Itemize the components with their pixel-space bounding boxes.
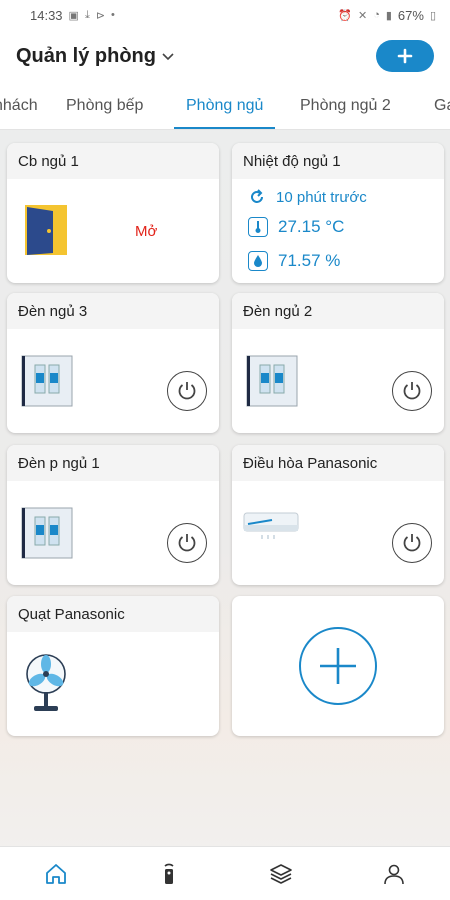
power-icon (178, 382, 196, 400)
device-card-fan[interactable]: Quạt Panasonic (7, 596, 219, 736)
add-device-button[interactable] (376, 40, 434, 72)
wall-switch-icon (21, 355, 73, 407)
room-selector[interactable]: Quản lý phòng (16, 45, 174, 68)
nav-home[interactable] (0, 847, 113, 900)
power-button[interactable] (167, 523, 207, 563)
device-name: Đèn ngủ 3 (7, 293, 219, 329)
status-time: 14:33 (30, 7, 63, 23)
humidity-icon (248, 251, 268, 271)
battery-level: 67% (397, 7, 424, 23)
download-icon: ⤓ (84, 8, 90, 21)
tab-phong-khach[interactable]: nhách (0, 82, 38, 129)
user-icon (383, 864, 404, 884)
device-card-light-1[interactable]: Đèn p ngủ 1 (7, 445, 219, 585)
signal-icon: ▮ (385, 9, 392, 22)
door-status: Mở (135, 223, 158, 240)
home-icon (46, 863, 67, 884)
air-conditioner-icon (243, 512, 299, 539)
device-card-temp-sensor[interactable]: Nhiệt độ ngủ 1 10 phút trước 27.15 °C 71… (232, 143, 444, 283)
nav-profile[interactable] (338, 847, 450, 900)
battery-icon: ▯ (429, 9, 436, 22)
add-device-card[interactable] (232, 596, 444, 736)
plus-icon (397, 48, 413, 64)
fan-icon (26, 654, 66, 711)
gallery-icon: ▣ (68, 9, 79, 22)
alarm-icon: ⏰ (338, 9, 352, 22)
header: Quản lý phòng (0, 30, 450, 82)
power-icon (403, 534, 421, 552)
plus-icon (320, 648, 356, 684)
bottom-nav (0, 846, 450, 900)
door-icon (25, 205, 67, 255)
device-name: Điều hòa Panasonic (232, 445, 444, 481)
device-name: Đèn p ngủ 1 (7, 445, 219, 481)
app-icon: ⊳ (95, 9, 106, 22)
dot-icon: • (111, 9, 115, 21)
device-name: Quạt Panasonic (7, 596, 219, 632)
device-card-door-sensor[interactable]: Cb ngủ 1 Mở (7, 143, 219, 283)
add-circle (299, 627, 377, 705)
page-title: Quản lý phòng (16, 44, 156, 67)
last-updated: 10 phút trước (276, 188, 367, 206)
nav-remote[interactable] (113, 847, 226, 900)
device-card-light-3[interactable]: Đèn ngủ 3 (7, 293, 219, 433)
temperature-value: 27.15 °C (278, 217, 345, 236)
power-button[interactable] (167, 371, 207, 411)
remote-icon (164, 863, 174, 884)
status-bar: 14:33 ▣ ⤓ ⊳ • ⏰ ✕ ◔ ▮ 67% ▯ (0, 0, 450, 30)
tab-phong-bep[interactable]: Phòng bếp (66, 82, 143, 129)
wall-switch-icon (246, 355, 298, 407)
humidity-value: 71.57 % (278, 251, 341, 270)
power-icon (403, 382, 421, 400)
power-icon (178, 534, 196, 552)
tab-garage[interactable]: Ga (434, 82, 450, 129)
chevron-down-icon (162, 48, 174, 64)
mute-icon: ✕ (357, 9, 368, 22)
tab-phong-ngu[interactable]: Phòng ngủ (173, 82, 276, 129)
nav-scenes[interactable] (225, 847, 338, 900)
tab-phong-ngu-2[interactable]: Phòng ngủ 2 (300, 82, 391, 129)
wifi-icon: ◔ (373, 9, 380, 21)
wall-switch-icon (21, 507, 73, 559)
power-button[interactable] (392, 523, 432, 563)
refresh-icon (251, 189, 263, 203)
device-name: Cb ngủ 1 (7, 143, 219, 179)
device-card-air-conditioner[interactable]: Điều hòa Panasonic (232, 445, 444, 585)
room-tabs: nhách Phòng bếp Phòng ngủ Phòng ngủ 2 Ga (0, 82, 450, 130)
device-name: Nhiệt độ ngủ 1 (232, 143, 444, 179)
power-button[interactable] (392, 371, 432, 411)
last-updated-row: 10 phút trước (248, 188, 367, 206)
humidity-row: 71.57 % (248, 251, 340, 271)
device-card-light-2[interactable]: Đèn ngủ 2 (232, 293, 444, 433)
layers-icon (270, 863, 293, 884)
thermometer-icon (248, 217, 268, 237)
temperature-row: 27.15 °C (248, 217, 344, 237)
device-name: Đèn ngủ 2 (232, 293, 444, 329)
